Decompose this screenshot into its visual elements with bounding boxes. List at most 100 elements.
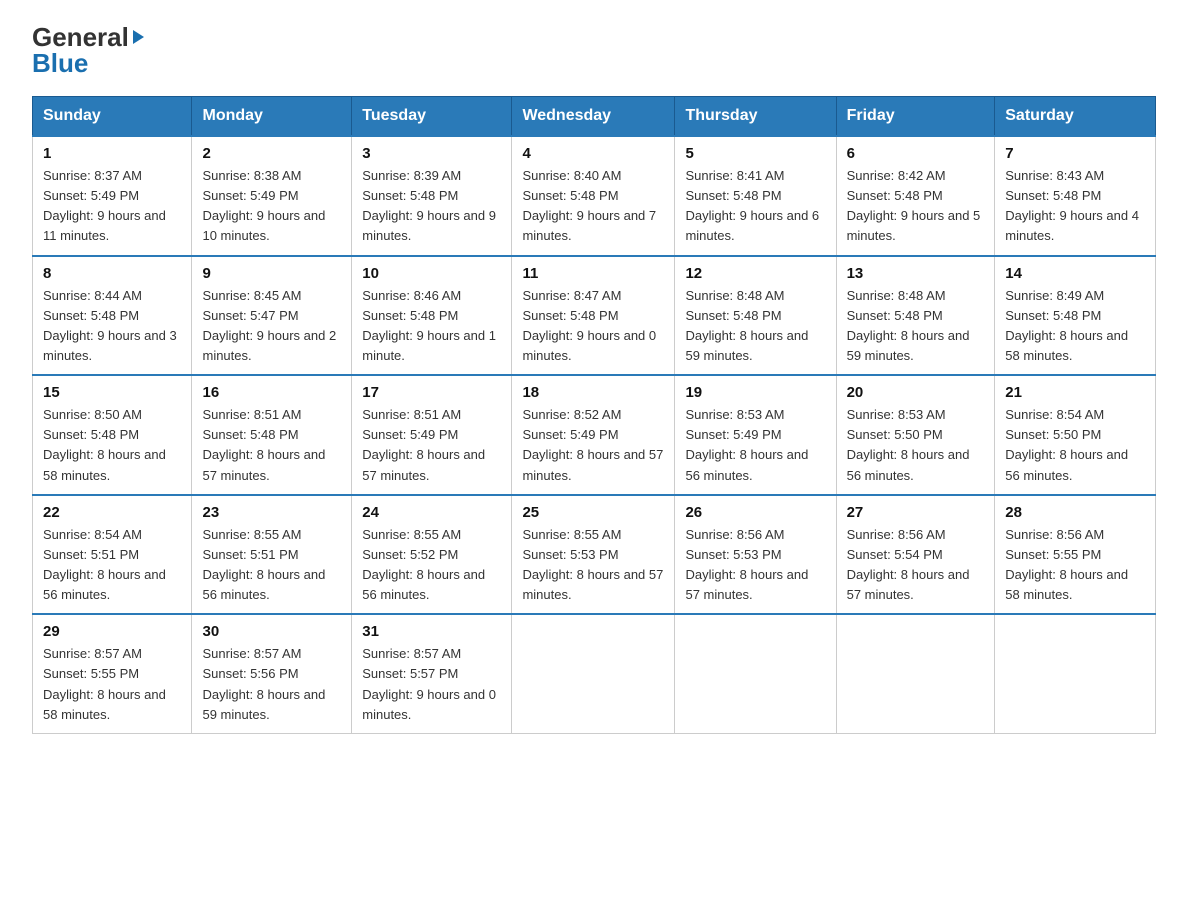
calendar-cell: 30 Sunrise: 8:57 AMSunset: 5:56 PMDaylig… <box>192 614 352 733</box>
day-number: 8 <box>43 265 181 282</box>
day-info: Sunrise: 8:38 AMSunset: 5:49 PMDaylight:… <box>202 166 341 247</box>
calendar-cell: 3 Sunrise: 8:39 AMSunset: 5:48 PMDayligh… <box>352 136 512 256</box>
day-info: Sunrise: 8:51 AMSunset: 5:49 PMDaylight:… <box>362 405 501 486</box>
day-info: Sunrise: 8:56 AMSunset: 5:53 PMDaylight:… <box>685 525 825 606</box>
day-info: Sunrise: 8:49 AMSunset: 5:48 PMDaylight:… <box>1005 286 1145 367</box>
day-info: Sunrise: 8:57 AMSunset: 5:56 PMDaylight:… <box>202 644 341 725</box>
day-number: 31 <box>362 623 501 640</box>
col-header-wednesday: Wednesday <box>512 97 675 137</box>
calendar-week-row: 8 Sunrise: 8:44 AMSunset: 5:48 PMDayligh… <box>33 256 1156 376</box>
day-info: Sunrise: 8:44 AMSunset: 5:48 PMDaylight:… <box>43 286 181 367</box>
day-info: Sunrise: 8:56 AMSunset: 5:55 PMDaylight:… <box>1005 525 1145 606</box>
col-header-tuesday: Tuesday <box>352 97 512 137</box>
day-info: Sunrise: 8:55 AMSunset: 5:51 PMDaylight:… <box>202 525 341 606</box>
day-number: 24 <box>362 504 501 521</box>
day-info: Sunrise: 8:51 AMSunset: 5:48 PMDaylight:… <box>202 405 341 486</box>
calendar-cell: 25 Sunrise: 8:55 AMSunset: 5:53 PMDaylig… <box>512 495 675 615</box>
day-info: Sunrise: 8:39 AMSunset: 5:48 PMDaylight:… <box>362 166 501 247</box>
day-number: 30 <box>202 623 341 640</box>
day-info: Sunrise: 8:55 AMSunset: 5:53 PMDaylight:… <box>522 525 664 606</box>
day-number: 1 <box>43 145 181 162</box>
day-number: 3 <box>362 145 501 162</box>
calendar-cell: 6 Sunrise: 8:42 AMSunset: 5:48 PMDayligh… <box>836 136 995 256</box>
day-info: Sunrise: 8:41 AMSunset: 5:48 PMDaylight:… <box>685 166 825 247</box>
day-info: Sunrise: 8:53 AMSunset: 5:50 PMDaylight:… <box>847 405 985 486</box>
calendar-cell: 29 Sunrise: 8:57 AMSunset: 5:55 PMDaylig… <box>33 614 192 733</box>
calendar-cell: 18 Sunrise: 8:52 AMSunset: 5:49 PMDaylig… <box>512 375 675 495</box>
calendar-cell: 22 Sunrise: 8:54 AMSunset: 5:51 PMDaylig… <box>33 495 192 615</box>
calendar-table: SundayMondayTuesdayWednesdayThursdayFrid… <box>32 96 1156 734</box>
calendar-week-row: 1 Sunrise: 8:37 AMSunset: 5:49 PMDayligh… <box>33 136 1156 256</box>
day-number: 17 <box>362 384 501 401</box>
calendar-cell: 14 Sunrise: 8:49 AMSunset: 5:48 PMDaylig… <box>995 256 1156 376</box>
calendar-cell: 23 Sunrise: 8:55 AMSunset: 5:51 PMDaylig… <box>192 495 352 615</box>
calendar-week-row: 29 Sunrise: 8:57 AMSunset: 5:55 PMDaylig… <box>33 614 1156 733</box>
calendar-cell: 24 Sunrise: 8:55 AMSunset: 5:52 PMDaylig… <box>352 495 512 615</box>
day-number: 15 <box>43 384 181 401</box>
day-number: 25 <box>522 504 664 521</box>
calendar-cell: 4 Sunrise: 8:40 AMSunset: 5:48 PMDayligh… <box>512 136 675 256</box>
calendar-cell <box>995 614 1156 733</box>
day-info: Sunrise: 8:47 AMSunset: 5:48 PMDaylight:… <box>522 286 664 367</box>
calendar-cell <box>675 614 836 733</box>
calendar-cell: 19 Sunrise: 8:53 AMSunset: 5:49 PMDaylig… <box>675 375 836 495</box>
day-number: 5 <box>685 145 825 162</box>
day-number: 6 <box>847 145 985 162</box>
calendar-cell: 2 Sunrise: 8:38 AMSunset: 5:49 PMDayligh… <box>192 136 352 256</box>
day-info: Sunrise: 8:57 AMSunset: 5:55 PMDaylight:… <box>43 644 181 725</box>
calendar-cell: 27 Sunrise: 8:56 AMSunset: 5:54 PMDaylig… <box>836 495 995 615</box>
day-number: 23 <box>202 504 341 521</box>
day-number: 28 <box>1005 504 1145 521</box>
calendar-cell <box>512 614 675 733</box>
calendar-cell: 8 Sunrise: 8:44 AMSunset: 5:48 PMDayligh… <box>33 256 192 376</box>
day-number: 19 <box>685 384 825 401</box>
col-header-friday: Friday <box>836 97 995 137</box>
logo-general: General <box>32 24 144 50</box>
day-number: 11 <box>522 265 664 282</box>
calendar-cell: 10 Sunrise: 8:46 AMSunset: 5:48 PMDaylig… <box>352 256 512 376</box>
day-number: 18 <box>522 384 664 401</box>
calendar-cell: 20 Sunrise: 8:53 AMSunset: 5:50 PMDaylig… <box>836 375 995 495</box>
day-info: Sunrise: 8:48 AMSunset: 5:48 PMDaylight:… <box>847 286 985 367</box>
day-number: 16 <box>202 384 341 401</box>
calendar-cell: 11 Sunrise: 8:47 AMSunset: 5:48 PMDaylig… <box>512 256 675 376</box>
day-number: 2 <box>202 145 341 162</box>
day-info: Sunrise: 8:56 AMSunset: 5:54 PMDaylight:… <box>847 525 985 606</box>
logo: General Blue <box>32 24 144 76</box>
day-number: 29 <box>43 623 181 640</box>
calendar-cell: 9 Sunrise: 8:45 AMSunset: 5:47 PMDayligh… <box>192 256 352 376</box>
day-info: Sunrise: 8:45 AMSunset: 5:47 PMDaylight:… <box>202 286 341 367</box>
day-number: 9 <box>202 265 341 282</box>
day-number: 13 <box>847 265 985 282</box>
day-info: Sunrise: 8:55 AMSunset: 5:52 PMDaylight:… <box>362 525 501 606</box>
day-number: 12 <box>685 265 825 282</box>
day-number: 14 <box>1005 265 1145 282</box>
calendar-cell: 17 Sunrise: 8:51 AMSunset: 5:49 PMDaylig… <box>352 375 512 495</box>
day-info: Sunrise: 8:53 AMSunset: 5:49 PMDaylight:… <box>685 405 825 486</box>
page-header: General Blue <box>32 24 1156 76</box>
calendar-cell: 21 Sunrise: 8:54 AMSunset: 5:50 PMDaylig… <box>995 375 1156 495</box>
calendar-cell: 13 Sunrise: 8:48 AMSunset: 5:48 PMDaylig… <box>836 256 995 376</box>
day-number: 27 <box>847 504 985 521</box>
logo-blue: Blue <box>32 50 144 76</box>
day-number: 26 <box>685 504 825 521</box>
day-info: Sunrise: 8:54 AMSunset: 5:50 PMDaylight:… <box>1005 405 1145 486</box>
day-info: Sunrise: 8:57 AMSunset: 5:57 PMDaylight:… <box>362 644 501 725</box>
col-header-sunday: Sunday <box>33 97 192 137</box>
calendar-cell: 7 Sunrise: 8:43 AMSunset: 5:48 PMDayligh… <box>995 136 1156 256</box>
calendar-cell: 31 Sunrise: 8:57 AMSunset: 5:57 PMDaylig… <box>352 614 512 733</box>
day-info: Sunrise: 8:42 AMSunset: 5:48 PMDaylight:… <box>847 166 985 247</box>
day-info: Sunrise: 8:50 AMSunset: 5:48 PMDaylight:… <box>43 405 181 486</box>
day-info: Sunrise: 8:46 AMSunset: 5:48 PMDaylight:… <box>362 286 501 367</box>
day-number: 4 <box>522 145 664 162</box>
calendar-cell: 12 Sunrise: 8:48 AMSunset: 5:48 PMDaylig… <box>675 256 836 376</box>
day-info: Sunrise: 8:43 AMSunset: 5:48 PMDaylight:… <box>1005 166 1145 247</box>
calendar-cell <box>836 614 995 733</box>
day-info: Sunrise: 8:40 AMSunset: 5:48 PMDaylight:… <box>522 166 664 247</box>
day-number: 21 <box>1005 384 1145 401</box>
day-info: Sunrise: 8:37 AMSunset: 5:49 PMDaylight:… <box>43 166 181 247</box>
day-number: 22 <box>43 504 181 521</box>
calendar-cell: 1 Sunrise: 8:37 AMSunset: 5:49 PMDayligh… <box>33 136 192 256</box>
calendar-header-row: SundayMondayTuesdayWednesdayThursdayFrid… <box>33 97 1156 137</box>
calendar-cell: 5 Sunrise: 8:41 AMSunset: 5:48 PMDayligh… <box>675 136 836 256</box>
